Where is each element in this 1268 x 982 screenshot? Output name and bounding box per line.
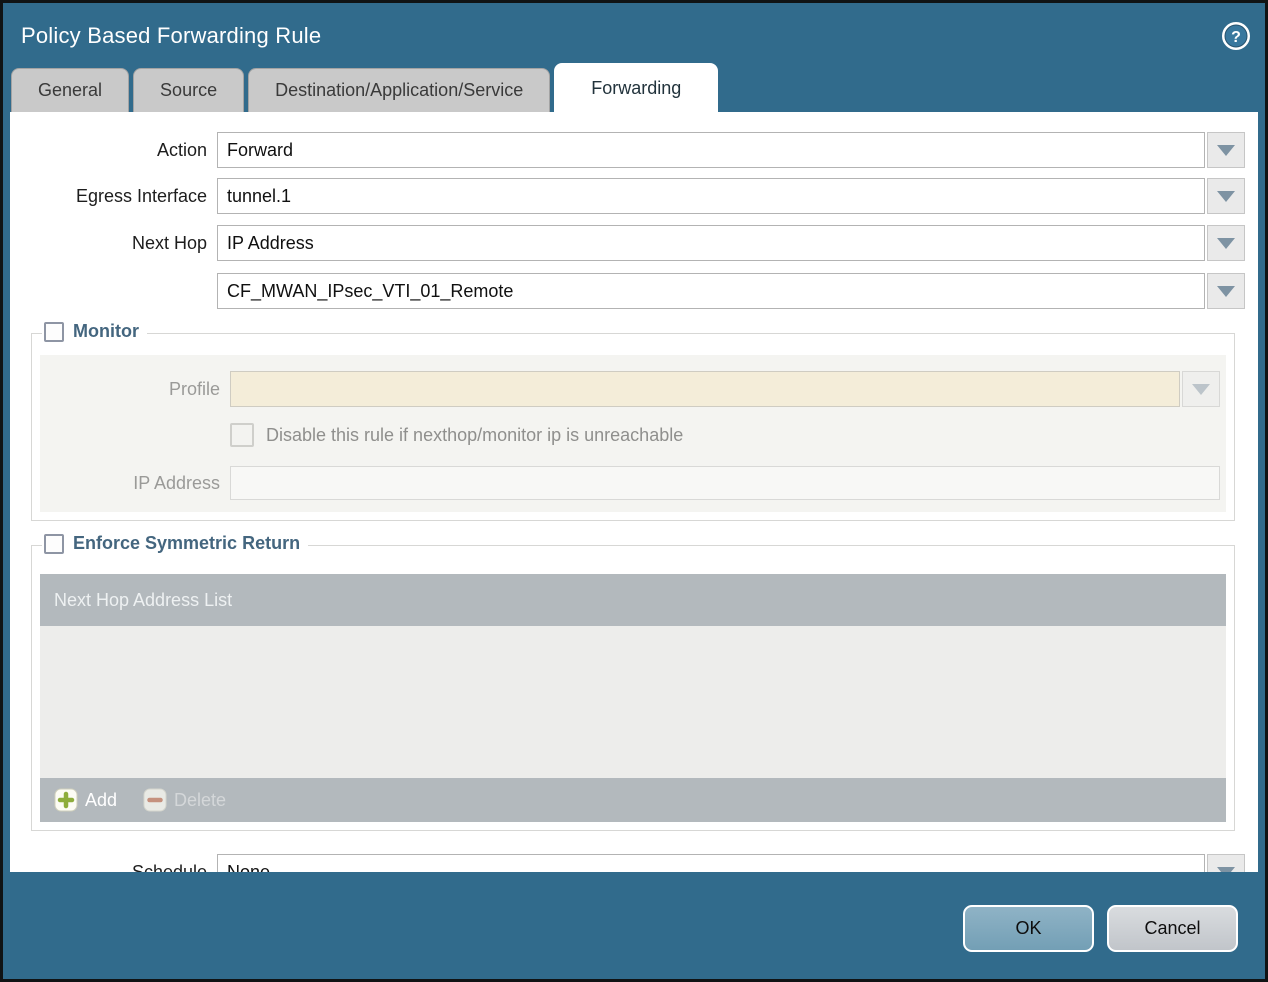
enforce-symmetric-return-checkbox[interactable] bbox=[44, 533, 64, 554]
next-hop-address-value[interactable]: CF_MWAN_IPsec_VTI_01_Remote bbox=[217, 273, 1205, 309]
next-hop-row: Next Hop IP Address bbox=[10, 225, 1245, 261]
action-select[interactable]: Forward bbox=[217, 132, 1245, 168]
tab-general[interactable]: General bbox=[11, 68, 130, 112]
schedule-row: Schedule None bbox=[10, 854, 1245, 872]
monitor-profile-select bbox=[230, 371, 1220, 407]
delete-button-label: Delete bbox=[174, 789, 227, 810]
titlebar: Policy Based Forwarding Rule ? bbox=[3, 3, 1265, 63]
next-hop-address-dropdown-button[interactable] bbox=[1207, 273, 1245, 309]
add-icon bbox=[54, 788, 78, 812]
monitor-profile-row: Profile bbox=[40, 371, 1220, 407]
enforce-symmetric-return-legend: Enforce Symmetric Return bbox=[42, 533, 309, 554]
forwarding-tab-panel: Action Forward Egress Interface tunnel.1… bbox=[10, 112, 1258, 872]
tab-source[interactable]: Source bbox=[133, 68, 245, 112]
cancel-button[interactable]: Cancel bbox=[1107, 905, 1238, 952]
monitor-disable-rule-row: Disable this rule if nexthop/monitor ip … bbox=[40, 423, 1220, 447]
action-dropdown-button[interactable] bbox=[1207, 132, 1245, 168]
tab-destination-application-service[interactable]: Destination/Application/Service bbox=[248, 68, 551, 112]
chevron-down-icon bbox=[1192, 383, 1210, 395]
ok-button[interactable]: OK bbox=[963, 905, 1094, 952]
monitor-profile-label: Profile bbox=[168, 378, 220, 399]
delete-icon bbox=[143, 788, 167, 812]
tab-forwarding[interactable]: Forwarding bbox=[554, 63, 719, 112]
enforce-symmetric-return-label: Enforce Symmetric Return bbox=[73, 533, 301, 553]
egress-interface-select[interactable]: tunnel.1 bbox=[217, 178, 1245, 214]
action-label: Action bbox=[156, 139, 207, 160]
add-button[interactable]: Add bbox=[54, 788, 117, 812]
monitor-group: Monitor Profile Disable this rule if nex… bbox=[31, 321, 1235, 521]
enforce-symmetric-return-group: Enforce Symmetric Return Next Hop Addres… bbox=[31, 533, 1235, 831]
egress-interface-dropdown-button[interactable] bbox=[1207, 178, 1245, 214]
monitor-legend: Monitor bbox=[42, 321, 147, 342]
monitor-checkbox[interactable] bbox=[44, 321, 64, 342]
chevron-down-icon bbox=[1217, 190, 1235, 202]
schedule-value[interactable]: None bbox=[217, 854, 1205, 872]
next-hop-address-list-body[interactable] bbox=[40, 626, 1226, 778]
next-hop-address-select[interactable]: CF_MWAN_IPsec_VTI_01_Remote bbox=[217, 273, 1245, 309]
dialog-footer: OK Cancel bbox=[3, 872, 1265, 979]
monitor-body: Profile Disable this rule if nexthop/mon… bbox=[40, 355, 1226, 512]
egress-interface-label: Egress Interface bbox=[75, 185, 207, 206]
schedule-select[interactable]: None bbox=[217, 854, 1245, 872]
monitor-label: Monitor bbox=[73, 321, 139, 341]
help-icon[interactable]: ? bbox=[1221, 21, 1251, 51]
next-hop-address-row: CF_MWAN_IPsec_VTI_01_Remote bbox=[10, 273, 1245, 309]
action-value[interactable]: Forward bbox=[217, 132, 1205, 168]
add-button-label: Add bbox=[85, 789, 118, 810]
next-hop-label: Next Hop bbox=[131, 232, 207, 253]
chevron-down-icon bbox=[1217, 144, 1235, 156]
monitor-ip-address-label: IP Address bbox=[133, 472, 220, 493]
dialog-title: Policy Based Forwarding Rule bbox=[21, 23, 322, 48]
monitor-profile-dropdown-button bbox=[1182, 371, 1220, 407]
schedule-label: Schedule bbox=[131, 861, 207, 873]
policy-based-forwarding-dialog: Policy Based Forwarding Rule ? General S… bbox=[0, 0, 1268, 982]
chevron-down-icon bbox=[1217, 285, 1235, 297]
monitor-profile-value bbox=[230, 371, 1180, 407]
action-row: Action Forward bbox=[10, 132, 1245, 168]
next-hop-address-list-header: Next Hop Address List bbox=[40, 574, 1226, 626]
next-hop-address-list-table: Next Hop Address List Add Delete bbox=[40, 574, 1226, 822]
next-hop-dropdown-button[interactable] bbox=[1207, 225, 1245, 261]
monitor-ip-address-row: IP Address bbox=[40, 466, 1220, 500]
next-hop-value[interactable]: IP Address bbox=[217, 225, 1205, 261]
chevron-down-icon bbox=[1217, 237, 1235, 249]
egress-interface-row: Egress Interface tunnel.1 bbox=[10, 178, 1245, 214]
disable-rule-label: Disable this rule if nexthop/monitor ip … bbox=[266, 424, 684, 445]
next-hop-address-list-toolbar: Add Delete bbox=[40, 778, 1226, 822]
svg-text:?: ? bbox=[1231, 29, 1241, 46]
monitor-ip-address-input bbox=[230, 466, 1220, 500]
egress-interface-value[interactable]: tunnel.1 bbox=[217, 178, 1205, 214]
tab-bar: General Source Destination/Application/S… bbox=[3, 63, 1265, 112]
schedule-dropdown-button[interactable] bbox=[1207, 854, 1245, 872]
disable-rule-checkbox bbox=[230, 423, 254, 447]
delete-button: Delete bbox=[143, 788, 226, 812]
next-hop-select[interactable]: IP Address bbox=[217, 225, 1245, 261]
